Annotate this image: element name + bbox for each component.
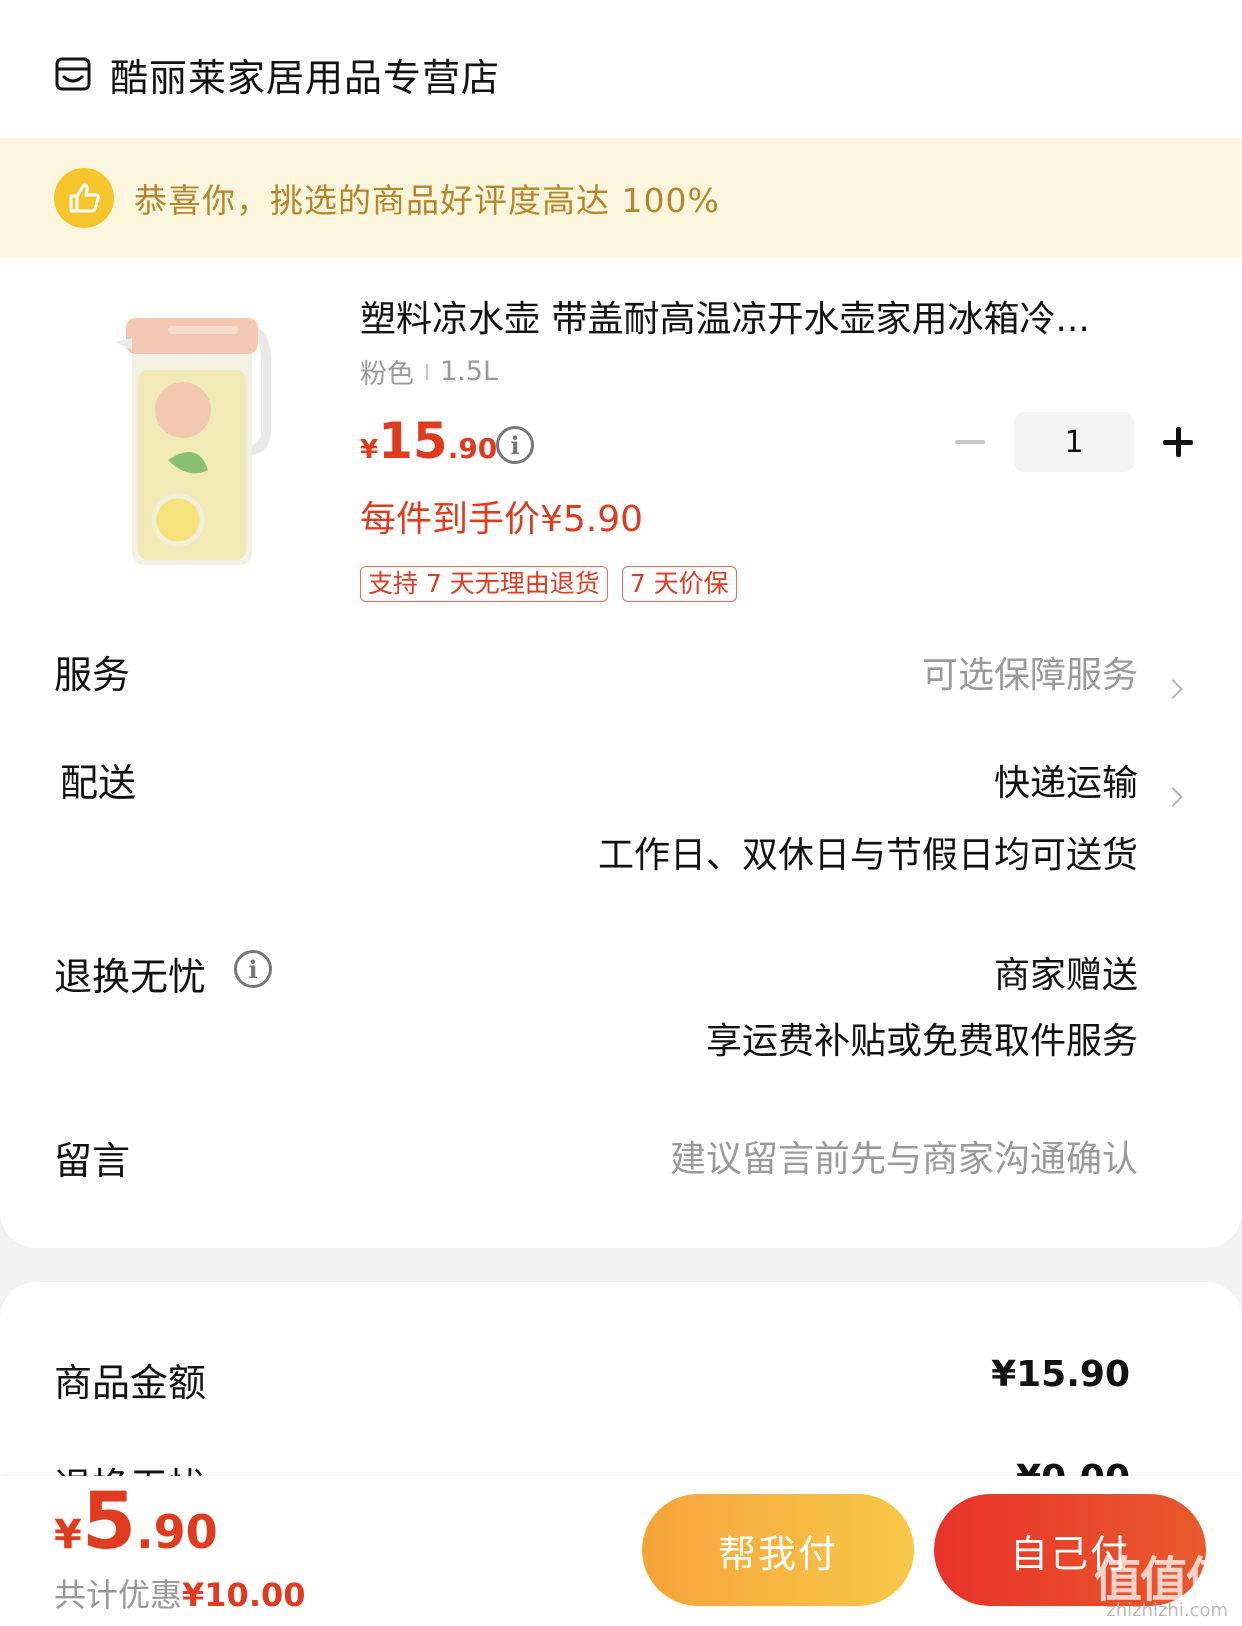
message-label: 留言 [54, 1139, 131, 1183]
discount-amount: ¥10.00 [182, 1576, 306, 1614]
message-input[interactable]: 建议留言前先与商家沟通确认 [670, 1130, 1138, 1182]
product-title[interactable]: 塑料凉水壶 带盖耐高温凉开水壶家用冰箱冷... [360, 290, 1180, 342]
quantity-input[interactable]: 1 [1014, 412, 1134, 472]
spec-color: 粉色 [360, 359, 414, 390]
total-discount: 共计优惠¥10.00 [54, 1570, 306, 1616]
help-pay-button[interactable]: 帮我付 [642, 1494, 914, 1606]
tag-price-protect: 7 天价保 [621, 566, 737, 602]
goods-amount-label: 商品金额 [54, 1361, 207, 1405]
minus-icon [955, 440, 985, 444]
service-label: 服务 [54, 653, 131, 697]
total-decimal: .90 [136, 1505, 218, 1559]
watermark-url: zhizhizhi.com [1106, 1600, 1228, 1621]
order-card: 酷丽莱家居用品专营店 恭喜你，挑选的商品好评度高达 100% 塑料凉水壶 带盖耐… [0, 0, 1242, 1248]
total-price: ¥ 5 .90 [54, 1482, 218, 1562]
product-tags: 支持 7 天无理由退货 7 天价保 [360, 566, 737, 602]
price-decimal: .90 [447, 432, 498, 465]
banner-text: 恭喜你，挑选的商品好评度高达 100% [134, 181, 720, 220]
price-info-icon[interactable]: i [496, 426, 534, 464]
service-value[interactable]: 可选保障服务 [922, 646, 1138, 698]
product-price: ¥ 15 .90 [360, 412, 497, 470]
returns-value: 商家赠送 [993, 955, 1138, 996]
rating-banner: 恭喜你，挑选的商品好评度高达 100% [0, 138, 1242, 258]
unit-price: 每件到手价¥5.90 [360, 499, 644, 540]
delivery-label: 配送 [60, 761, 137, 805]
product-spec[interactable]: 粉色 1.5L [360, 352, 498, 391]
discount-label: 共计优惠 [54, 1576, 183, 1614]
tag-return-policy: 支持 7 天无理由退货 [360, 566, 608, 602]
total-currency: ¥ [54, 1512, 82, 1558]
decrease-button[interactable] [950, 412, 990, 472]
goods-amount-value: ¥15.90 [991, 1354, 1130, 1395]
shop-header[interactable]: 酷丽莱家居用品专营店 [54, 44, 500, 104]
increase-button[interactable] [1158, 412, 1198, 472]
returns-label: 退换无忧 [54, 955, 207, 999]
returns-info-icon[interactable]: i [234, 950, 272, 988]
service-chevron-icon[interactable] [1163, 679, 1183, 699]
total-integer: 5 [81, 1477, 137, 1567]
delivery-chevron-icon[interactable] [1163, 787, 1183, 807]
shop-name: 酷丽莱家居用品专营店 [110, 55, 501, 100]
quantity-stepper: 1 [950, 412, 1198, 472]
spec-size: 1.5L [440, 356, 498, 387]
plus-icon [1163, 427, 1193, 457]
product-image[interactable] [108, 300, 298, 570]
spec-divider [426, 363, 428, 380]
returns-note: 享运费补贴或免费取件服务 [705, 1021, 1138, 1062]
thumbs-up-icon [54, 168, 114, 228]
price-integer: 15 [378, 412, 448, 470]
delivery-note: 工作日、双休日与节假日均可送货 [597, 835, 1138, 876]
price-currency: ¥ [360, 435, 379, 465]
shop-icon [55, 57, 91, 91]
delivery-value[interactable]: 快递运输 [994, 754, 1138, 806]
